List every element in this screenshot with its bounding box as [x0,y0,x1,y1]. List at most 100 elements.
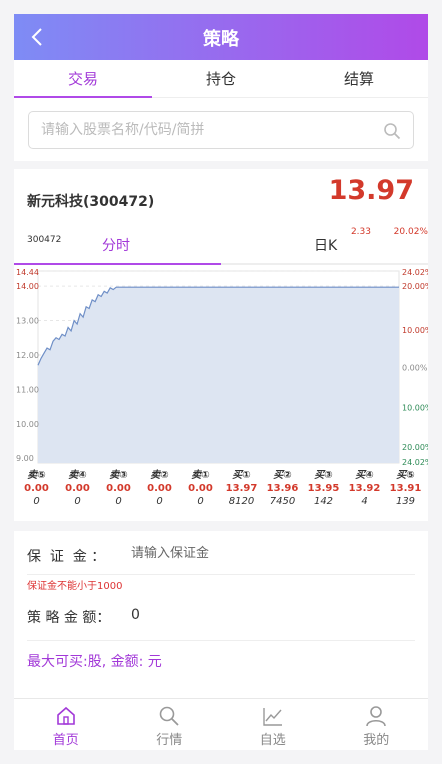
search-input[interactable] [29,112,413,148]
order-level-label: 卖④ [68,470,87,481]
y-tick-label: 11.00 [16,385,39,394]
order-level-label: 买④ [355,470,374,481]
y-tick-label: 9.00 [16,454,34,463]
stock-header: 新元科技(300472) 13.97 [14,169,428,221]
order-book-level: 卖③ 0.00 0 [98,469,139,521]
nav-profile-label: 我的 [363,733,390,748]
chart-tab-bar: 300472 分时 日K 2.33 20.02% [14,221,428,265]
order-level-volume: 0 [197,496,204,507]
order-level-price: 0.00 [188,483,213,494]
order-level-label: 买② [273,470,292,481]
order-book-level: 买⑤ 13.91 139 [385,469,426,521]
deposit-label: 保 证 金 ： [27,549,106,565]
user-icon [366,706,387,727]
top-tabs: 交易 持仓 结算 [14,60,428,98]
nav-watchlist[interactable]: 自选 [221,699,325,750]
nav-home-label: 首页 [52,733,79,748]
search-icon [159,706,179,726]
tab-trade[interactable]: 交易 [14,60,152,98]
y-tick-label: 10.00 [16,420,39,429]
price-area [38,287,399,463]
order-level-price: 13.95 [307,483,340,494]
y-tick-label: 14.44 [16,268,39,277]
header-bar: 策略 [14,14,428,60]
stock-code: 300472 [27,235,62,245]
y-tick-label: 12.00 [16,351,39,360]
order-book-level: 买④ 13.92 4 [344,469,385,521]
y2-tick-label: 20.00% [402,443,428,452]
order-level-label: 卖③ [109,470,128,481]
app-frame: 策略 交易 持仓 结算 新元科技(300472) 13.97 300472 分时… [14,14,428,750]
order-book-level: 卖① 0.00 0 [180,469,221,521]
nav-watchlist-label: 自选 [259,733,286,748]
search-icon[interactable] [383,122,401,140]
stock-price: 13.97 [328,175,414,206]
y2-tick-label: 24.02% [402,458,428,467]
order-book-level: 卖⑤ 0.00 0 [16,469,57,521]
order-level-label: 买③ [314,470,333,481]
order-level-volume: 7450 [269,496,296,507]
order-level-volume: 139 [395,496,416,507]
y2-tick-label: 24.02% [402,268,428,277]
order-level-label: 买⑤ [396,470,415,481]
nav-profile[interactable]: 我的 [325,699,429,750]
order-book-level: 买② 13.96 7450 [262,469,303,521]
order-level-volume: 4 [361,496,368,507]
order-level-label: 卖② [150,470,169,481]
tab-positions[interactable]: 持仓 [152,60,290,97]
stock-name: 新元科技(300472) [27,194,155,210]
order-book-level: 卖④ 0.00 0 [57,469,98,521]
order-level-volume: 0 [74,496,81,507]
order-level-label: 卖⑤ [27,470,46,481]
order-level-volume: 0 [33,496,40,507]
nav-home[interactable]: 首页 [14,699,118,750]
deposit-input[interactable] [131,539,391,567]
search-box [28,111,414,149]
order-book-level: 卖② 0.00 0 [139,469,180,521]
amount-row: 策 略 金 额： 0 [27,591,415,641]
y2-tick-label: 20.00% [402,282,428,291]
order-level-volume: 8120 [228,496,255,507]
order-level-label: 买① [232,470,251,481]
order-level-volume: 0 [156,496,163,507]
y-tick-label: 13.00 [16,317,39,326]
strategy-form: 保 证 金 ： 保证金不能小于1000 策 略 金 额： 0 最大可买:股, 金… [14,531,428,683]
intraday-chart-svg: 14.44 14.00 13.00 12.00 11.00 10.00 9.00 24.02%… [16,268,428,467]
order-level-label: 卖① [191,470,210,481]
order-level-price: 0.00 [147,483,172,494]
tab-daily-k[interactable]: 日K [314,235,337,255]
home-icon [56,706,75,725]
deposit-warning: 保证金不能小于1000 [27,581,123,592]
order-level-price: 0.00 [106,483,131,494]
order-level-volume: 0 [115,496,122,507]
y-tick-label: 14.00 [16,282,39,291]
order-level-price: 0.00 [65,483,90,494]
amount-value: 0 [131,607,140,623]
intraday-chart: 14.44 14.00 13.00 12.00 11.00 10.00 9.00 24.02%… [14,265,428,469]
tab-intraday[interactable]: 分时 [102,235,130,255]
order-level-price: 13.92 [348,483,381,494]
order-book-level: 买③ 13.95 142 [303,469,344,521]
price-change-percent: 20.02% [393,227,428,237]
max-buy-text: 最大可买:股, 金额: 元 [27,654,162,670]
price-change: 2.33 [350,227,371,237]
order-book: 卖⑤ 0.00 0 卖④ 0.00 0 卖③ 0.00 0 卖② 0.00 0 卖① 0.00 0 买① 13.… [14,469,428,521]
nav-market[interactable]: 行情 [118,699,222,750]
y2-tick-label: 0.00% [402,363,428,372]
order-level-price: 13.91 [389,483,422,494]
amount-label: 策 略 金 额： [27,610,111,626]
nav-market-label: 行情 [156,733,183,748]
y2-tick-label: 10.00% [402,326,428,335]
order-level-price: 0.00 [24,483,49,494]
section-divider [14,521,428,531]
tab-settlement[interactable]: 结算 [290,60,428,97]
search-section [14,98,428,169]
y2-tick-label: 10.00% [402,403,428,412]
chart-line-icon [263,708,282,726]
page-title: 策略 [203,29,239,50]
bottom-nav: 首页 行情 自选 我的 [14,698,428,750]
order-level-price: 13.96 [266,483,299,494]
order-book-level: 买① 13.97 8120 [221,469,262,521]
order-level-volume: 142 [313,496,334,507]
order-level-price: 13.97 [225,483,258,494]
